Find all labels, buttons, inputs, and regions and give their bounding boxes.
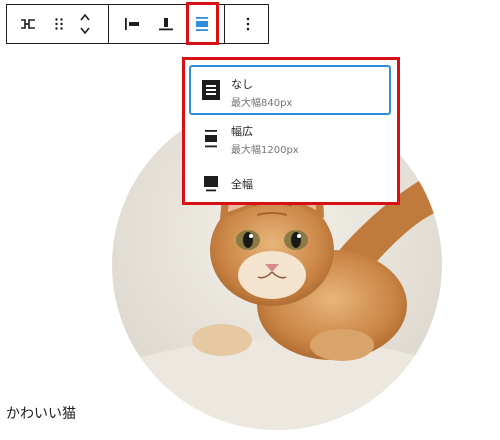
more-options-icon	[246, 17, 250, 31]
align-left-button[interactable]	[117, 5, 147, 43]
no-width-icon	[202, 80, 220, 100]
width-options-menu: なし 最大幅840px 幅広 最大幅1200px 全幅	[182, 57, 400, 205]
full-width-icon	[204, 176, 218, 192]
width-option-label: 幅広	[231, 125, 253, 138]
width-option-label: 全幅	[231, 178, 253, 191]
transform-button[interactable]	[11, 5, 45, 43]
block-toolbar	[6, 4, 269, 44]
align-bottom-icon	[159, 18, 173, 31]
move-up-down-icon	[80, 13, 90, 35]
width-option-none[interactable]: なし 最大幅840px	[189, 65, 391, 115]
width-option-wide[interactable]: 幅広 最大幅1200px	[189, 117, 391, 161]
drag-handle-icon	[55, 18, 63, 30]
more-options-button[interactable]	[233, 5, 263, 43]
toolbar-separator	[224, 5, 225, 43]
highlight-box	[186, 2, 219, 45]
drag-handle[interactable]	[47, 5, 71, 43]
align-bottom-button[interactable]	[151, 5, 181, 43]
width-option-sub: 最大幅840px	[231, 98, 293, 109]
image-caption[interactable]: かわいい猫	[6, 403, 76, 423]
transform-icon	[21, 19, 35, 29]
width-option-sub: 最大幅1200px	[231, 145, 299, 156]
align-left-icon	[125, 18, 139, 30]
width-option-full[interactable]: 全幅	[189, 166, 391, 200]
wide-width-icon	[205, 130, 217, 148]
move-up-down-button[interactable]	[73, 5, 97, 43]
toolbar-separator	[108, 5, 109, 43]
width-option-label: なし	[231, 78, 253, 91]
